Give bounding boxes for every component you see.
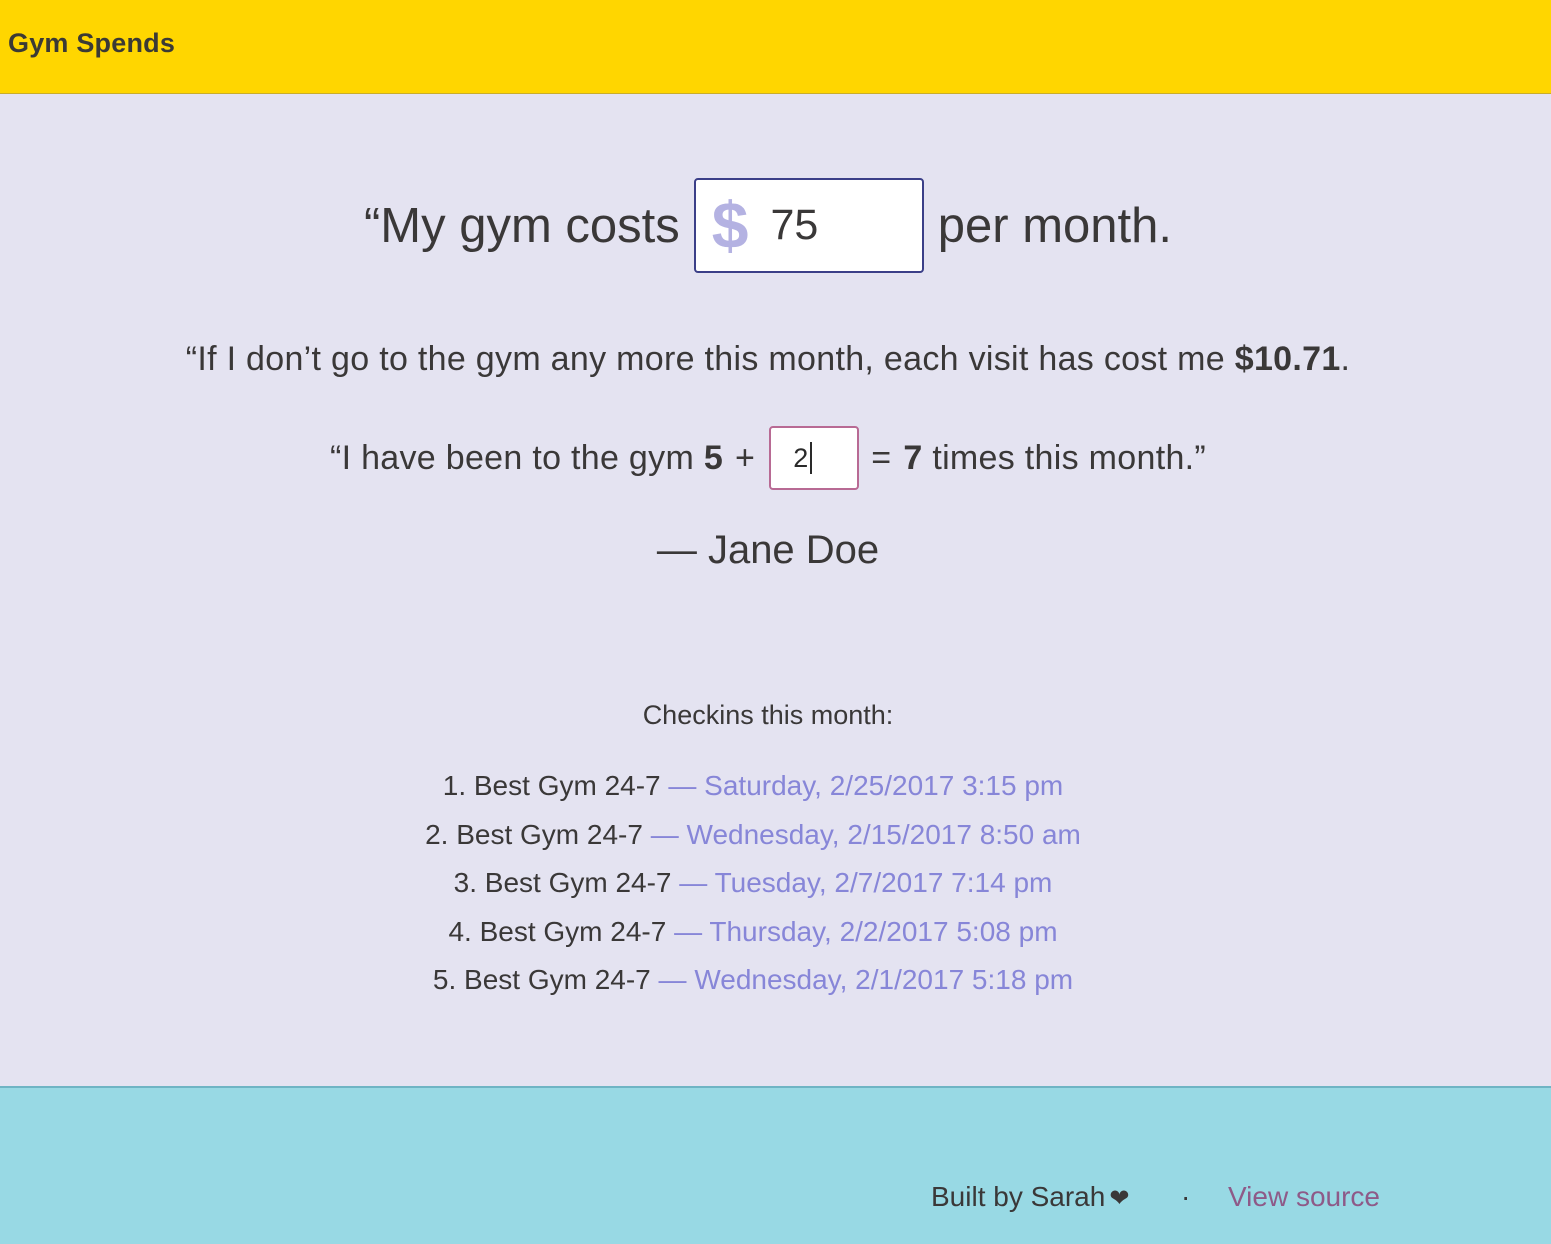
cost-per-visit-text: “If I don’t go to the gym any more this … (185, 340, 1235, 378)
text-cursor (809, 442, 812, 474)
heart-icon: ❤ (1109, 1185, 1130, 1212)
extra-visits-input[interactable]: 2 (769, 426, 860, 490)
cost-prefix: “My gym costs (363, 198, 680, 253)
checkin-gym: 4. Best Gym 24-7 (448, 915, 667, 947)
visits-sentence: “I have been to the gym 5 + 2 = 7 times … (0, 426, 1536, 490)
checkin-gym: 3. Best Gym 24-7 (453, 867, 672, 898)
checkin-time-link[interactable]: — Wednesday, 2/15/2017 8:50 am (643, 819, 1081, 850)
cost-per-visit-end: . (1340, 340, 1351, 378)
checkins-list: 1. Best Gym 24-7 — Saturday, 2/25/2017 3… (0, 766, 1506, 1009)
checkin-gym: 1. Best Gym 24-7 (442, 770, 661, 801)
checkin-gym: 2. Best Gym 24-7 (425, 818, 643, 850)
checkin-item: 5. Best Gym 24-7 — Wednesday, 2/1/2017 5… (0, 960, 1506, 1009)
footer-bar: Built by Sarah ❤ · View source (0, 1086, 1551, 1244)
visits-suffix: times this month.” (922, 438, 1207, 477)
equals-sign: = (871, 438, 892, 477)
quote-signature: — Jane Doe (656, 528, 880, 572)
checkin-item: 3. Best Gym 24-7 — Tuesday, 2/7/2017 7:1… (0, 863, 1506, 912)
visits-prefix: “I have been to the gym (329, 438, 704, 477)
brand-title[interactable]: Gym Spends (8, 28, 175, 59)
checkin-time-link[interactable]: — Saturday, 2/25/2017 3:15 pm (661, 770, 1063, 801)
built-by-credit: Built by Sarah ❤ (931, 1181, 1129, 1213)
header-bar: Gym Spends (0, 0, 1551, 94)
monthly-cost-input[interactable]: $ 75 (693, 178, 924, 273)
extra-visits-value[interactable]: 2 (793, 443, 808, 474)
cost-per-visit-amount: $10.71 (1234, 340, 1341, 378)
view-source-link[interactable]: View source (1228, 1181, 1380, 1213)
checkin-time-link[interactable]: — Wednesday, 2/1/2017 5:18 pm (651, 964, 1074, 995)
checkin-item: 4. Best Gym 24-7 — Thursday, 2/2/2017 5:… (0, 912, 1506, 961)
checkins-heading: Checkins this month: (642, 700, 894, 730)
checkin-item: 2. Best Gym 24-7 — Wednesday, 2/15/2017 … (0, 815, 1506, 864)
built-by-text: Built by Sarah (931, 1181, 1106, 1212)
monthly-cost-value[interactable]: 75 (771, 201, 819, 250)
dollar-sign-icon: $ (711, 187, 749, 262)
checkin-time-link[interactable]: — Tuesday, 2/7/2017 7:14 pm (672, 867, 1052, 898)
monthly-cost-sentence: “My gym costs $ 75 per month. (0, 178, 1536, 273)
checkin-gym: 5. Best Gym 24-7 (432, 964, 651, 995)
checkin-item: 1. Best Gym 24-7 — Saturday, 2/25/2017 3… (0, 766, 1506, 815)
visits-total: 7 (903, 438, 923, 477)
cost-suffix: per month. (937, 198, 1173, 253)
cost-per-visit-sentence: “If I don’t go to the gym any more this … (0, 340, 1536, 379)
footer-separator: · (1181, 1181, 1191, 1212)
main-content: “My gym costs $ 75 per month. “If I don’… (0, 94, 1551, 1086)
plus-sign: + (735, 438, 756, 477)
visits-base-count: 5 (703, 438, 724, 477)
checkin-time-link[interactable]: — Thursday, 2/2/2017 5:08 pm (666, 916, 1057, 947)
